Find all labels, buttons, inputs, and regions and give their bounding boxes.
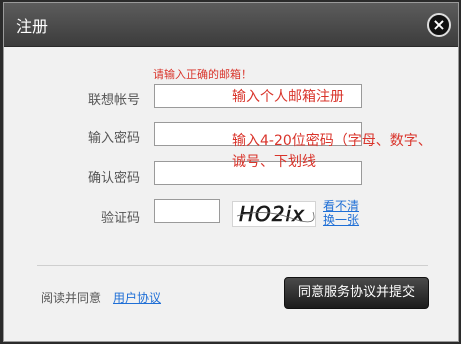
dialog-title: 注册 bbox=[16, 17, 49, 36]
captcha-picture: HO2ix bbox=[236, 202, 315, 226]
password-label: 输入密码 bbox=[87, 131, 140, 146]
dialog-titlebar: 注册 × bbox=[4, 3, 458, 47]
register-dialog: 注册 × 请输入正确的邮箱！ 联想帐号 输入个人邮箱注册 输入密码 确认密码 输… bbox=[3, 2, 459, 342]
captcha-label: 验证码 bbox=[100, 211, 140, 226]
email-error-message: 请输入正确的邮箱！ bbox=[153, 68, 252, 81]
user-agreement-link[interactable]: 用户协议 bbox=[113, 289, 161, 306]
refresh-captcha-line-1: 看不清 bbox=[323, 199, 360, 213]
password-hint-line-2: 诚号、下划线 bbox=[232, 154, 316, 170]
password-hint-line-1: 输入4-20位密码（字母、数字、 bbox=[232, 133, 432, 149]
account-hint: 输入个人邮箱注册 bbox=[232, 89, 344, 105]
footer-divider bbox=[37, 265, 428, 266]
refresh-captcha-link[interactable]: 看不清 换一张 bbox=[323, 199, 359, 227]
agree-submit-button[interactable]: 同意服务协议并提交 bbox=[284, 277, 429, 309]
agree-text: 阅读并同意 bbox=[41, 291, 102, 305]
close-icon[interactable]: × bbox=[427, 13, 451, 37]
refresh-captcha-line-2: 换一张 bbox=[323, 213, 360, 227]
captcha-image[interactable]: HO2ix bbox=[232, 201, 316, 227]
account-label: 联想帐号 bbox=[87, 93, 140, 108]
svg-text:HO2ix: HO2ix bbox=[239, 202, 305, 226]
confirm-password-label: 确认密码 bbox=[87, 171, 140, 186]
captcha-input[interactable] bbox=[154, 199, 220, 223]
